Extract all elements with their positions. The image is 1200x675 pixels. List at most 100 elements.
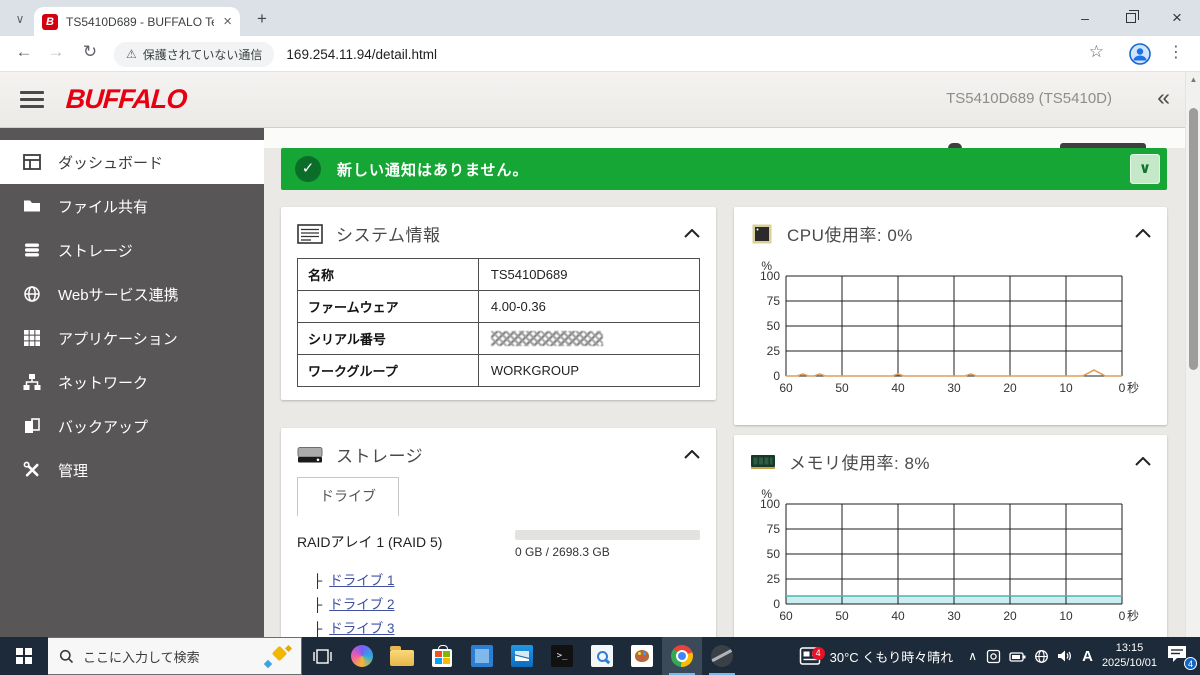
tree-branch-icon: ├	[313, 621, 323, 636]
svg-text:0: 0	[773, 597, 780, 611]
collapse-card-icon[interactable]	[684, 450, 700, 459]
battery-icon[interactable]	[1009, 650, 1026, 663]
memory-usage-chart: 60 50 40 30 20 10 01007550250%秒	[760, 487, 1139, 623]
tree-branch-icon: ├	[313, 597, 323, 612]
notification-message: 新しい通知はありません。	[337, 161, 529, 179]
tray-app-icon[interactable]	[986, 649, 1001, 664]
drive-tree: ├ドライブ 1 ├ドライブ 2 ├ドライブ 3 └ドライブ 4	[313, 569, 700, 637]
security-chip[interactable]: ⚠ 保護されていない通信	[114, 41, 275, 67]
scrollbar[interactable]: ▲	[1185, 72, 1200, 637]
forward-button[interactable]: →	[44, 42, 68, 62]
terminal-button[interactable]: >_	[542, 637, 582, 675]
browser-menu-icon[interactable]: ⋮	[1168, 42, 1184, 62]
action-center-button[interactable]: 4	[1166, 644, 1197, 670]
raid-usage-text: 0 GB / 2698.3 GB	[515, 545, 610, 559]
svg-text:60: 60	[779, 381, 793, 395]
new-tab-button[interactable]: +	[250, 8, 274, 32]
sidebar-item-dashboard[interactable]: ダッシュボード	[0, 140, 264, 184]
list-item: ├ ドライブ 3	[313, 617, 700, 637]
scrollbar-up-arrow[interactable]: ▲	[1186, 75, 1200, 84]
restore-icon	[1126, 10, 1139, 23]
restore-button[interactable]	[1108, 0, 1154, 36]
paint-app-button[interactable]	[622, 637, 662, 675]
sidebar-item-backup[interactable]: バックアップ	[0, 404, 264, 448]
drive-link-2[interactable]: ドライブ 2	[329, 593, 394, 613]
sidebar-item-storage[interactable]: ストレージ	[0, 228, 264, 272]
search-app-button[interactable]	[582, 637, 622, 675]
close-button[interactable]: ×	[1154, 0, 1200, 36]
svg-text:75: 75	[767, 294, 781, 308]
row-value: WORKGROUP	[477, 354, 701, 387]
browser-tab[interactable]: B TS5410D689 - BUFFALO TeraSt ×	[34, 7, 240, 36]
file-explorer-button[interactable]	[382, 637, 422, 675]
sidebar-item-applications[interactable]: アプリケーション	[0, 316, 264, 360]
minimize-button[interactable]: –	[1062, 0, 1108, 36]
news-widget-button[interactable]: 4	[799, 645, 825, 667]
svg-text:秒: 秒	[1127, 609, 1139, 623]
notification-banner: ✓ 新しい通知はありません。 ∨	[281, 148, 1167, 190]
start-button[interactable]	[0, 637, 48, 675]
collapse-card-icon[interactable]	[1135, 457, 1151, 466]
address-bar[interactable]: ⚠ 保護されていない通信 169.254.11.94/detail.html	[108, 40, 1082, 68]
row-label: ファームウェア	[297, 290, 479, 323]
bookmark-star-icon[interactable]: ☆	[1089, 42, 1104, 62]
tab-search-button[interactable]: ∨	[10, 9, 30, 29]
chrome-button[interactable]	[662, 637, 702, 675]
nas-app-button[interactable]	[702, 637, 742, 675]
photos-app-button[interactable]	[462, 637, 502, 675]
notification-expand-button[interactable]: ∨	[1130, 154, 1160, 184]
network-globe-icon[interactable]	[1034, 649, 1049, 664]
browser-toolbar: ← → ↻ ⚠ 保護されていない通信 169.254.11.94/detail.…	[0, 36, 1200, 72]
sidebar-item-network[interactable]: ネットワーク	[0, 360, 264, 404]
card-title: CPU使用率: 0%	[787, 226, 913, 245]
sidebar-item-admin[interactable]: 管理	[0, 448, 264, 492]
reload-button[interactable]: ↻	[78, 42, 102, 62]
partial-button	[1060, 143, 1146, 148]
sidebar-item-web-services[interactable]: Webサービス連携	[0, 272, 264, 316]
sidebar-item-file-sharing[interactable]: ファイル共有	[0, 184, 264, 228]
profile-avatar[interactable]	[1128, 42, 1152, 66]
storage-stack-icon	[25, 243, 39, 257]
svg-text:50: 50	[767, 319, 781, 333]
tab-close-icon[interactable]: ×	[223, 14, 232, 29]
row-label: ワークグループ	[297, 354, 479, 387]
weather-text[interactable]: 30°C くもり時々晴れ	[830, 647, 954, 666]
storage-card: ストレージ ドライブ RAIDアレイ 1 (RAID 5) 0 GB / 269…	[281, 428, 716, 637]
row-value	[477, 322, 701, 355]
task-view-button[interactable]	[302, 637, 342, 675]
window-controls: – ×	[1062, 0, 1200, 36]
collapse-panel-icon[interactable]: «	[1157, 84, 1170, 111]
svg-text:75: 75	[767, 522, 781, 536]
copilot-button[interactable]	[342, 637, 382, 675]
collapse-card-icon[interactable]	[1135, 229, 1151, 238]
drive-link-1[interactable]: ドライブ 1	[329, 569, 394, 589]
dashboard-icon	[23, 154, 41, 170]
file-explorer-icon	[390, 646, 414, 666]
back-button[interactable]: ←	[12, 42, 36, 62]
cpu-chip-icon	[752, 224, 772, 243]
scrollbar-thumb[interactable]	[1189, 108, 1198, 370]
ms-store-button[interactable]	[422, 637, 462, 675]
hamburger-menu-icon[interactable]	[20, 91, 44, 112]
speaker-icon[interactable]	[1057, 649, 1073, 663]
svg-text:25: 25	[767, 344, 781, 358]
tray-expand-chevron[interactable]: ∧	[968, 649, 977, 663]
network-icon	[23, 374, 41, 390]
search-highlights-icon[interactable]	[263, 644, 293, 669]
avatar-icon	[1129, 43, 1151, 65]
taskbar-search-input[interactable]: ここに入力して検索	[48, 637, 302, 675]
main-content: ✓ 新しい通知はありません。 ∨ システム情報 名称 TS5410D689 ファ…	[264, 128, 1185, 637]
svg-text:10: 10	[1059, 381, 1073, 395]
tab-drives[interactable]: ドライブ	[297, 477, 399, 516]
svg-text:20: 20	[1003, 381, 1017, 395]
ime-indicator[interactable]: A	[1082, 648, 1093, 665]
security-chip-label: 保護されていない通信	[142, 47, 263, 62]
collapse-card-icon[interactable]	[684, 229, 700, 238]
drive-link-3[interactable]: ドライブ 3	[329, 617, 394, 637]
folder-icon	[24, 200, 40, 212]
news-badge: 4	[811, 647, 825, 660]
chrome-icon	[671, 645, 693, 667]
taskbar-clock[interactable]: 13:15 2025/10/01	[1102, 641, 1157, 671]
mail-app-button[interactable]	[502, 637, 542, 675]
svg-text:%: %	[761, 259, 772, 273]
